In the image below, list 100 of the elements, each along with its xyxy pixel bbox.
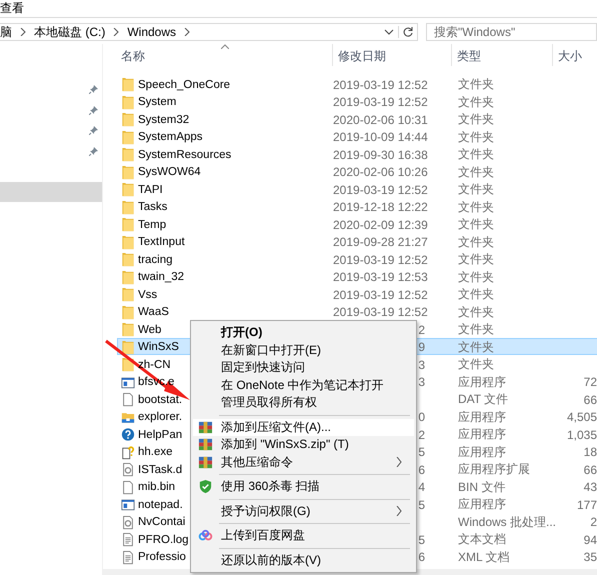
file-type: 文件夹 [458,182,494,196]
window-icon [121,497,135,512]
chevron-icon[interactable] [113,28,120,36]
file-type: 文件夹 [458,340,494,354]
file-name: bootstat. [138,394,182,406]
chevron-icon[interactable] [20,28,26,36]
folder-icon [121,340,135,354]
modified-date: 6 [418,550,425,564]
sort-caret-icon [221,44,229,49]
file-type: 文件夹 [458,130,494,144]
file-name: hh.exe [138,446,173,458]
text-document-icon [121,550,135,564]
menu-item[interactable]: 上传到百度网盘 [193,527,414,544]
file-name: explorer. [138,411,182,423]
document-icon [121,392,135,407]
breadcrumb[interactable]: 脑 [0,24,12,40]
file-name: notepad. [138,498,183,510]
pin-icon[interactable] [89,104,99,115]
folder-icon [121,130,135,144]
pin-icon[interactable] [89,84,99,94]
menu-item[interactable]: 使用 360杀毒 扫描 [193,478,414,496]
file-name: TAPI [138,184,163,196]
file-type: Windows 批处理... [458,514,556,528]
file-size: 94 [584,532,597,546]
folder-icon [121,217,135,232]
pin-icon[interactable] [89,125,99,136]
gear-document-icon [121,462,135,477]
search-field[interactable]: 搜索"Windows" [426,23,597,41]
menu-item[interactable]: 固定到快速访问 [193,359,414,376]
column-header[interactable]: 名称 [117,44,332,66]
file-type: 文件夹 [458,304,494,318]
file-type: 文件夹 [458,322,494,336]
file-type: 文件夹 [458,234,494,248]
menu-item[interactable]: 添加到 "WinSxS.zip" (T) [193,436,414,454]
file-name: WaaS [138,306,169,318]
file-name: mib.bin [138,481,176,493]
dropdown-icon[interactable] [384,28,394,36]
file-type: 文件夹 [458,200,494,214]
file-name: Tasks [138,201,168,213]
file-name: Speech_OneCore [138,78,230,90]
folder-icon [121,77,135,92]
column-header[interactable]: 大小 [552,44,596,66]
modified-date: 2020-02-06 10:31 [333,112,428,126]
breadcrumb[interactable]: Windows [127,25,176,39]
file-type: 文件夹 [458,217,494,231]
file-type: 文本文档 [458,532,506,546]
folder-icon [121,147,135,162]
cloud-icon [198,528,213,544]
file-size: 2 [590,515,597,529]
modified-date: 2019-10-09 14:44 [333,130,428,144]
column-header[interactable]: 类型 [451,44,552,66]
breadcrumb[interactable]: 本地磁盘 (C:) [34,24,106,40]
modified-date: 5 [418,445,425,459]
modified-date: 5 [418,532,425,546]
pin-icon[interactable] [89,146,99,156]
modified-date: 2 [418,322,425,336]
folder-icon [121,200,135,214]
chevron-icon[interactable] [184,28,190,36]
file-name: PFRO.log [138,534,188,546]
folder-icon [121,322,135,337]
ribbon-tab[interactable]: 查看 [0,0,26,17]
address-bar[interactable]: 脑 本地磁盘 (C:) Windows [0,23,418,41]
menu-item[interactable]: 打开(O) [193,324,414,342]
menu-item[interactable]: 还原以前的版本(V) [193,552,414,569]
folder-icon [121,164,135,180]
modified-date: 3 [418,375,425,389]
modified-date: 2019-03-19 12:53 [333,270,428,284]
file-name: NvContai [138,516,186,528]
menu-item[interactable]: 在 OneNote 中作为笔记本打开 [193,376,414,394]
folder-icon [121,234,135,250]
column-header[interactable]: 修改日期 [332,44,451,66]
modified-date: 2 [418,428,425,442]
folder-icon [121,287,135,302]
folder-icon [121,182,135,197]
modified-date: 2019-03-19 12:52 [333,95,428,109]
menu-item[interactable]: 管理员取得所有权 [193,394,414,412]
file-type: 文件夹 [458,357,494,371]
file-size: 72 [584,375,597,389]
modified-date: 6 [418,462,425,476]
menu-item[interactable]: 在新窗口中打开(E) [193,342,414,359]
archive-icon [198,420,213,435]
file-type: 应用程序 [458,427,506,441]
file-type: 应用程序 [458,444,506,458]
menu-item[interactable]: 其他压缩命令 [193,454,414,471]
folder-icon [121,112,135,127]
folder-icon [121,252,135,267]
file-size: 66 [584,392,597,406]
menu-item[interactable]: 授予访问权限(G) [193,502,414,520]
file-name: ISTask.d [138,464,182,476]
file-name: twain_32 [138,271,184,283]
modified-date: 5 [418,498,425,512]
archive-icon [198,454,213,470]
modified-date: 2020-02-06 10:26 [333,165,428,179]
modified-date: 2019-03-19 12:52 [333,305,428,319]
file-name: WinSxS [138,341,179,353]
menu-item[interactable]: 添加到压缩文件(A)... [193,418,414,436]
modified-date: 2019-09-28 21:27 [333,235,428,249]
help-document-icon [121,444,135,460]
file-type: 应用程序 [458,374,506,388]
file-type: 应用程序扩展 [458,462,530,476]
